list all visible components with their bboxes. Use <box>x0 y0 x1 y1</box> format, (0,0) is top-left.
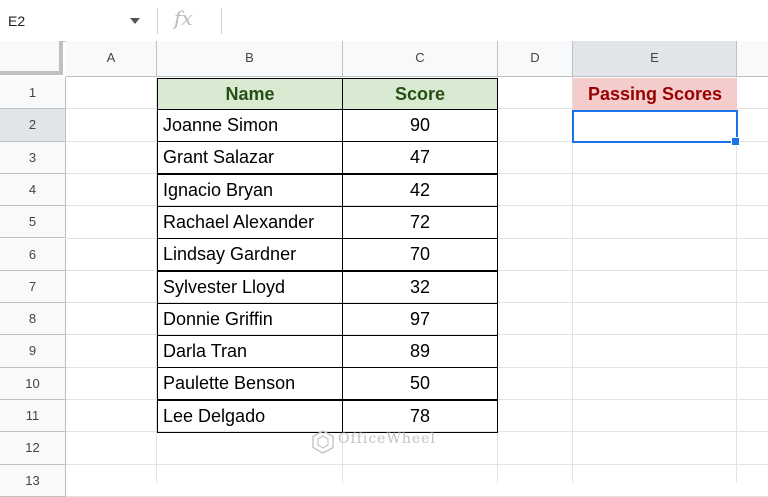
selected-cell-e2[interactable] <box>572 110 738 143</box>
name-cell[interactable]: Rachael Alexander <box>157 205 343 239</box>
row-header-12[interactable]: 12 <box>0 432 66 465</box>
formula-bar: E2 fx <box>0 0 768 42</box>
score-cell[interactable]: 78 <box>342 399 498 433</box>
score-cell[interactable]: 89 <box>342 335 498 369</box>
column-header-c[interactable]: C <box>343 41 498 77</box>
divider <box>221 8 222 34</box>
passing-scores-header[interactable]: Passing Scores <box>573 78 737 110</box>
score-cell[interactable]: 72 <box>342 205 498 239</box>
row-header-1[interactable]: 1 <box>0 77 66 110</box>
score-cell[interactable]: 32 <box>342 270 498 304</box>
score-cell[interactable]: 90 <box>342 109 498 142</box>
watermark-text: OfficeWheel <box>338 431 436 447</box>
column-header-f[interactable] <box>737 41 768 77</box>
name-cell[interactable]: Donnie Griffin <box>157 302 343 336</box>
fx-icon: fx <box>174 6 193 30</box>
column-header-d[interactable]: D <box>498 41 573 77</box>
row-header-13[interactable]: 13 <box>0 464 66 497</box>
select-all-corner[interactable] <box>0 41 63 75</box>
name-cell[interactable]: Ignacio Bryan <box>157 173 343 207</box>
row-header-2[interactable]: 2 <box>0 109 66 142</box>
chevron-down-icon[interactable] <box>130 18 140 24</box>
score-cell[interactable]: 47 <box>342 141 498 175</box>
cell-reference: E2 <box>8 13 26 29</box>
row-header-9[interactable]: 9 <box>0 335 66 368</box>
score-cell[interactable]: 42 <box>342 173 498 207</box>
name-cell[interactable]: Sylvester Lloyd <box>157 270 343 304</box>
row-header-6[interactable]: 6 <box>0 238 66 271</box>
score-cell[interactable]: 50 <box>342 367 498 401</box>
name-column-header[interactable]: Name <box>157 78 343 110</box>
name-cell[interactable]: Grant Salazar <box>157 141 343 175</box>
name-cell[interactable]: Lee Delgado <box>157 399 343 433</box>
row-header-4[interactable]: 4 <box>0 173 66 207</box>
score-cell[interactable]: 97 <box>342 302 498 336</box>
score-column-header[interactable]: Score <box>342 78 498 110</box>
column-header-a[interactable]: A <box>66 41 157 77</box>
fill-handle[interactable] <box>731 137 740 146</box>
score-cell[interactable]: 70 <box>342 238 498 272</box>
row-header-11[interactable]: 11 <box>0 400 66 433</box>
name-cell[interactable]: Joanne Simon <box>157 109 343 142</box>
row-header-8[interactable]: 8 <box>0 303 66 336</box>
name-cell[interactable]: Darla Tran <box>157 335 343 369</box>
row-header-7[interactable]: 7 <box>0 270 66 304</box>
name-box[interactable]: E2 <box>0 6 154 36</box>
column-header-b[interactable]: B <box>157 41 343 77</box>
gridline <box>66 463 768 465</box>
row-header-5[interactable]: 5 <box>0 206 66 239</box>
name-cell[interactable]: Lindsay Gardner <box>157 238 343 272</box>
column-header-e[interactable]: E <box>573 41 737 77</box>
officewheel-logo-icon <box>312 430 334 454</box>
row-header-10[interactable]: 10 <box>0 367 66 400</box>
row-header-3[interactable]: 3 <box>0 141 66 174</box>
divider <box>157 8 158 34</box>
name-cell[interactable]: Paulette Benson <box>157 367 343 401</box>
